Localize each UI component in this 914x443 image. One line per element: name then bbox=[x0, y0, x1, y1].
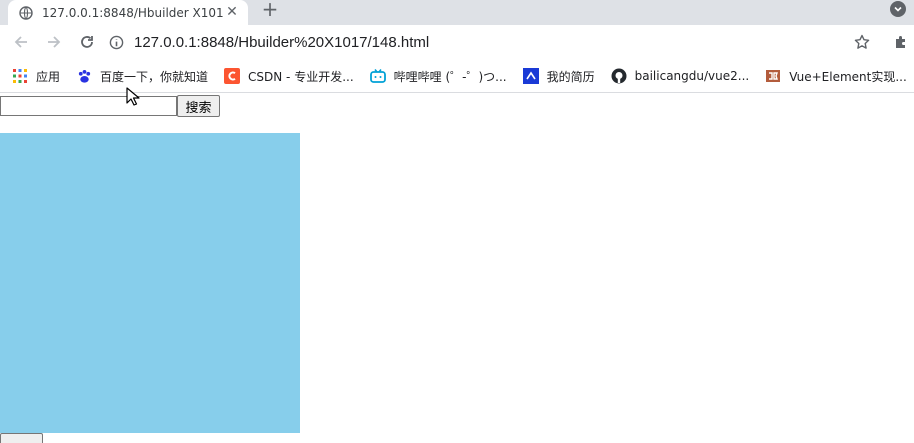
search-button[interactable]: 搜索 bbox=[177, 95, 220, 117]
page-content: 搜索 bbox=[0, 94, 914, 443]
bookmark-vue-element[interactable]: Vue+Element实现... bbox=[765, 68, 907, 85]
bookmark-csdn[interactable]: CSDN - 专业开发... bbox=[224, 68, 354, 85]
new-tab-button[interactable]: + bbox=[260, 0, 280, 20]
url-text: 127.0.0.1:8848/Hbuilder%20X1017/148.html bbox=[134, 34, 430, 51]
mouse-cursor-icon bbox=[126, 87, 140, 107]
blue-box bbox=[0, 133, 300, 433]
chevron-down-icon[interactable] bbox=[890, 1, 906, 17]
browser-toolbar: 127.0.0.1:8848/Hbuilder%20X1017/148.html bbox=[0, 25, 914, 60]
bookmark-label: 百度一下，你就知道 bbox=[100, 69, 209, 84]
bookmark-label: 我的简历 bbox=[546, 69, 595, 84]
close-icon[interactable]: ✕ bbox=[224, 4, 240, 20]
forward-arrow-icon[interactable] bbox=[43, 31, 65, 53]
jb-icon bbox=[765, 68, 781, 84]
back-arrow-icon[interactable] bbox=[10, 31, 32, 53]
csdn-icon bbox=[224, 68, 241, 84]
bookmark-resume[interactable]: 我的简历 bbox=[522, 68, 595, 85]
bookmark-bilibili[interactable]: 哔哩哔哩 (゜-゜)つ... bbox=[369, 68, 507, 85]
browser-tab[interactable]: 127.0.0.1:8848/Hbuilder X1017/148.html ✕ bbox=[8, 0, 248, 25]
baidu-paw-icon bbox=[76, 68, 92, 84]
info-icon[interactable] bbox=[108, 35, 124, 51]
bookmark-label: Vue+Element实现... bbox=[789, 69, 907, 84]
tab-strip: 127.0.0.1:8848/Hbuilder X1017/148.html ✕… bbox=[0, 0, 914, 25]
apps-grid-icon bbox=[12, 68, 28, 84]
bookmark-github[interactable]: bailicangdu/vue2... bbox=[611, 68, 750, 84]
github-icon bbox=[611, 68, 627, 84]
globe-icon bbox=[18, 5, 34, 21]
reload-icon[interactable] bbox=[76, 31, 98, 53]
resume-icon bbox=[522, 68, 539, 84]
address-bar[interactable]: 127.0.0.1:8848/Hbuilder%20X1017/148.html bbox=[108, 28, 882, 57]
bookmark-apps[interactable]: 应用 bbox=[12, 68, 60, 85]
bookmark-label: 哔哩哔哩 (゜-゜)つ... bbox=[393, 69, 507, 84]
star-icon[interactable] bbox=[851, 31, 873, 53]
bookmark-baidu[interactable]: 百度一下，你就知道 bbox=[76, 68, 208, 85]
search-input[interactable] bbox=[0, 96, 177, 116]
puzzle-icon[interactable] bbox=[890, 31, 912, 53]
bookmark-label: 应用 bbox=[36, 69, 61, 84]
bookmark-label: CSDN - 专业开发... bbox=[248, 69, 354, 84]
bottom-button[interactable] bbox=[0, 433, 43, 443]
bookmark-label: bailicangdu/vue2... bbox=[634, 69, 750, 83]
bilibili-tv-icon bbox=[369, 68, 386, 84]
tab-title: 127.0.0.1:8848/Hbuilder X1017/148.html bbox=[42, 5, 224, 20]
